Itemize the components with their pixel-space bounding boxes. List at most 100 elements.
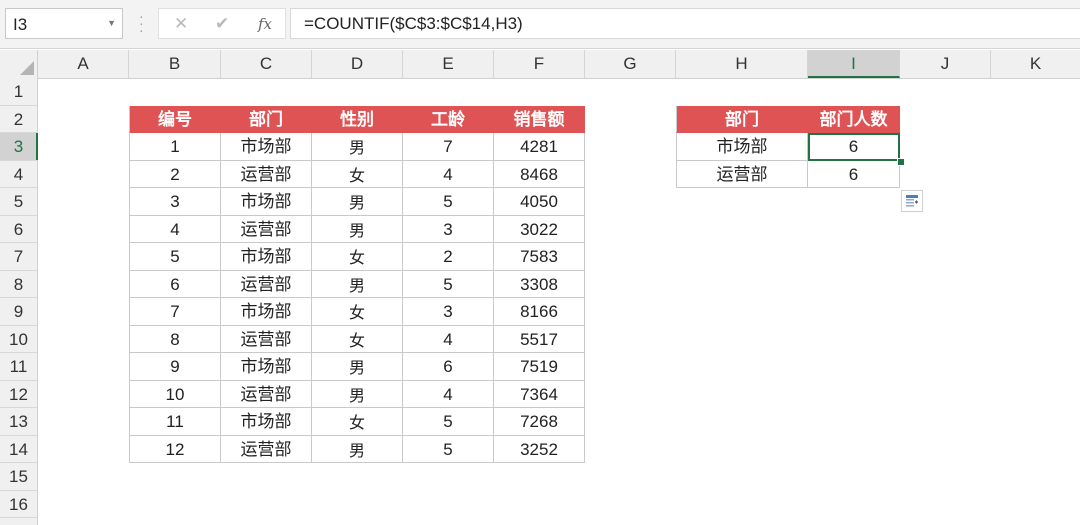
row-header-9[interactable]: 9: [0, 298, 37, 326]
table-cell[interactable]: 市场部: [221, 133, 312, 161]
row-header-11[interactable]: 11: [0, 353, 37, 381]
row-header-7[interactable]: 7: [0, 243, 37, 271]
row-header-3[interactable]: 3: [0, 133, 38, 161]
formula-input[interactable]: =COUNTIF($C$3:$C$14,H3): [290, 8, 1080, 39]
table-cell[interactable]: 5: [403, 435, 494, 463]
summary-cell[interactable]: 6: [808, 160, 900, 188]
table-cell[interactable]: 7268: [494, 408, 585, 436]
table-cell[interactable]: 3: [403, 298, 494, 326]
column-header-g[interactable]: G: [585, 50, 676, 78]
table-cell[interactable]: 5: [403, 188, 494, 216]
table-cell[interactable]: 4: [403, 380, 494, 408]
table-cell[interactable]: 4: [403, 160, 494, 188]
table-cell[interactable]: 3: [129, 188, 221, 216]
table-cell[interactable]: 女: [312, 325, 403, 353]
table-cell[interactable]: 女: [312, 243, 403, 271]
table-cell[interactable]: 运营部: [221, 215, 312, 243]
table-cell[interactable]: 8468: [494, 160, 585, 188]
table-cell[interactable]: 7583: [494, 243, 585, 271]
row-header-8[interactable]: 8: [0, 271, 37, 298]
column-header-j[interactable]: J: [900, 50, 991, 78]
table-cell[interactable]: 男: [312, 188, 403, 216]
table-cell[interactable]: 8: [129, 325, 221, 353]
table-cell[interactable]: 7: [403, 133, 494, 161]
table-cell[interactable]: 5: [403, 270, 494, 298]
table-cell[interactable]: 运营部: [221, 380, 312, 408]
column-header-e[interactable]: E: [403, 50, 494, 78]
table-cell[interactable]: 5: [129, 243, 221, 271]
insert-function-icon[interactable]: fx: [258, 15, 272, 33]
table-cell[interactable]: 7364: [494, 380, 585, 408]
row-header-13[interactable]: 13: [0, 408, 37, 436]
table-cell[interactable]: 3022: [494, 215, 585, 243]
table-cell[interactable]: 女: [312, 298, 403, 326]
column-header-k[interactable]: K: [991, 50, 1080, 78]
summary-cell[interactable]: 运营部: [676, 160, 808, 188]
table-cell[interactable]: 4281: [494, 133, 585, 161]
summary-header-department[interactable]: 部门: [676, 105, 808, 133]
column-header-c[interactable]: C: [221, 50, 312, 78]
name-box[interactable]: I3 ▼: [5, 8, 123, 39]
column-header-a[interactable]: A: [38, 50, 129, 78]
quick-analysis-icon[interactable]: [901, 190, 923, 212]
table-cell[interactable]: 12: [129, 435, 221, 463]
row-header-10[interactable]: 10: [0, 326, 37, 353]
table-cell[interactable]: 男: [312, 270, 403, 298]
select-all-button[interactable]: [0, 50, 38, 78]
table-cell[interactable]: 1: [129, 133, 221, 161]
fill-handle[interactable]: [897, 158, 905, 166]
table-cell[interactable]: 女: [312, 160, 403, 188]
column-header-h[interactable]: H: [676, 50, 808, 78]
table-cell[interactable]: 8166: [494, 298, 585, 326]
drag-handle-icon[interactable]: · · ·: [139, 9, 144, 37]
table-cell[interactable]: 运营部: [221, 435, 312, 463]
row-header-5[interactable]: 5: [0, 188, 37, 216]
table-cell[interactable]: 男: [312, 353, 403, 381]
column-header-d[interactable]: D: [312, 50, 403, 78]
table-cell[interactable]: 市场部: [221, 298, 312, 326]
row-header-1[interactable]: 1: [0, 78, 37, 106]
table-cell[interactable]: 市场部: [221, 408, 312, 436]
table-cell[interactable]: 市场部: [221, 188, 312, 216]
table-cell[interactable]: 运营部: [221, 270, 312, 298]
summary-header-headcount[interactable]: 部门人数: [808, 105, 900, 133]
table-cell[interactable]: 女: [312, 408, 403, 436]
table-cell[interactable]: 男: [312, 215, 403, 243]
header-cell-seniority[interactable]: 工龄: [403, 105, 494, 133]
row-header-14[interactable]: 14: [0, 436, 37, 463]
table-cell[interactable]: 7: [129, 298, 221, 326]
row-header-12[interactable]: 12: [0, 381, 37, 408]
table-cell[interactable]: 6: [403, 353, 494, 381]
table-cell[interactable]: 运营部: [221, 160, 312, 188]
row-header-16[interactable]: 16: [0, 491, 37, 518]
table-cell[interactable]: 5517: [494, 325, 585, 353]
header-cell-gender[interactable]: 性别: [312, 105, 403, 133]
table-cell[interactable]: 市场部: [221, 243, 312, 271]
table-cell[interactable]: 7519: [494, 353, 585, 381]
header-cell-department[interactable]: 部门: [221, 105, 312, 133]
table-cell[interactable]: 3252: [494, 435, 585, 463]
table-cell[interactable]: 2: [403, 243, 494, 271]
table-cell[interactable]: 3: [403, 215, 494, 243]
table-cell[interactable]: 11: [129, 408, 221, 436]
table-cell[interactable]: 男: [312, 133, 403, 161]
table-cell[interactable]: 3308: [494, 270, 585, 298]
table-cell[interactable]: 6: [129, 270, 221, 298]
cancel-icon[interactable]: ✕: [174, 14, 188, 34]
column-header-f[interactable]: F: [494, 50, 585, 78]
table-cell[interactable]: 运营部: [221, 325, 312, 353]
table-cell[interactable]: 4: [129, 215, 221, 243]
row-header-6[interactable]: 6: [0, 216, 37, 243]
summary-cell-selected[interactable]: 6: [808, 133, 900, 161]
table-cell[interactable]: 市场部: [221, 353, 312, 381]
column-header-b[interactable]: B: [129, 50, 221, 78]
row-header-15[interactable]: 15: [0, 463, 37, 491]
row-header-4[interactable]: 4: [0, 161, 37, 188]
chevron-down-icon[interactable]: ▼: [107, 18, 116, 28]
table-cell[interactable]: 10: [129, 380, 221, 408]
table-cell[interactable]: 2: [129, 160, 221, 188]
table-cell[interactable]: 男: [312, 380, 403, 408]
column-header-i[interactable]: I: [808, 50, 900, 78]
table-cell[interactable]: 4050: [494, 188, 585, 216]
table-cell[interactable]: 5: [403, 408, 494, 436]
